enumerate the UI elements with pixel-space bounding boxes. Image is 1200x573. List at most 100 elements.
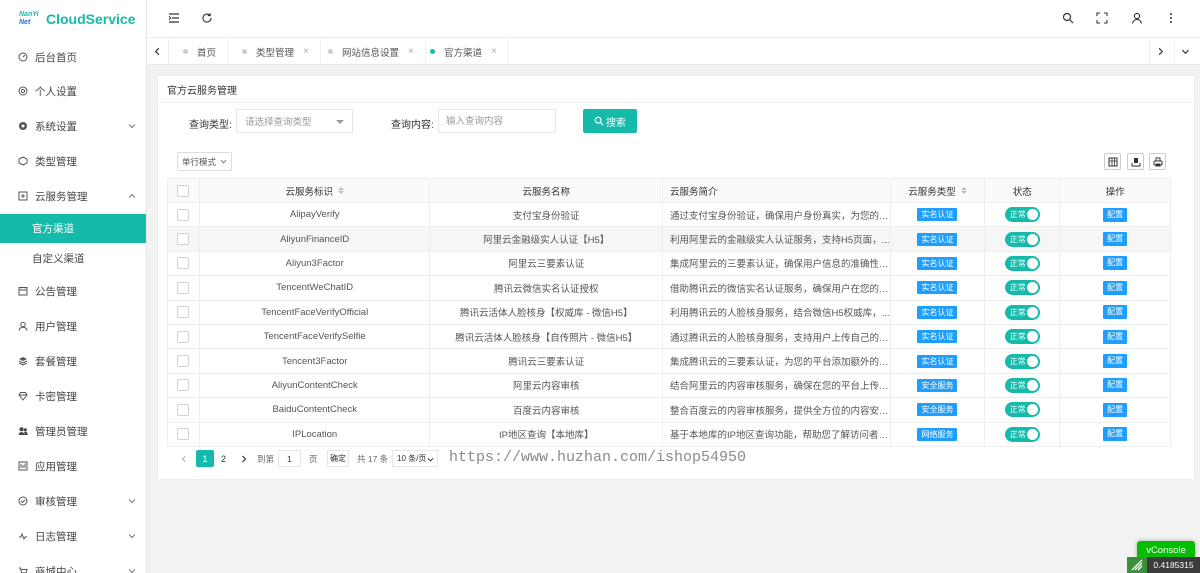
table-row[interactable]: Tencent3Factor 腾讯云三要素认证 集成腾讯云的三要素认证，为您的平台添… (168, 349, 1170, 374)
row-checkbox[interactable] (177, 403, 190, 416)
tab-scroll-left-icon[interactable] (147, 38, 169, 65)
print-icon[interactable] (1149, 153, 1166, 170)
configure-button[interactable]: 配置 (1103, 256, 1128, 271)
tab-label: 网站信息设置 (342, 47, 400, 59)
status-toggle[interactable]: 正常 (1004, 255, 1040, 271)
tab-item[interactable]: 官方渠道 × (419, 38, 509, 65)
select-all-checkbox[interactable] (177, 184, 190, 197)
table-row[interactable]: AliyunFinanceID 阿里云金融级实人认证【H5】 利用阿里云的金融级实人… (168, 227, 1170, 252)
sidebar-item-app[interactable]: 应用管理 (0, 449, 146, 483)
admin-icon (17, 426, 28, 437)
more-icon[interactable] (1164, 11, 1178, 25)
sidebar-item-admin[interactable]: 管理员管理 (0, 414, 146, 448)
jump-page-input[interactable] (278, 450, 301, 467)
configure-button[interactable]: 配置 (1103, 305, 1128, 320)
user-icon[interactable] (1130, 11, 1144, 25)
sidebar-item-audit[interactable]: 审核管理 (0, 484, 146, 518)
sort-icon[interactable] (960, 187, 967, 194)
sort-icon[interactable] (337, 187, 344, 194)
configure-button[interactable]: 配置 (1103, 378, 1128, 393)
table-row[interactable]: BaiduContentCheck 百度云内容审核 整合百度云的内容审核服务，提供全… (168, 398, 1170, 423)
configure-button[interactable]: 配置 (1103, 232, 1128, 247)
configure-button[interactable]: 配置 (1103, 354, 1128, 369)
configure-button[interactable]: 配置 (1103, 207, 1128, 222)
row-checkbox[interactable] (177, 428, 190, 441)
jump-confirm-button[interactable]: 确定 (327, 450, 349, 467)
close-icon[interactable]: × (408, 46, 414, 57)
table-row[interactable]: TencentWeChatID 腾讯云微信实名认证授权 借助腾讯云的微信实名认证服务… (168, 276, 1170, 301)
sidebar-item-shop[interactable]: 商城中心 (0, 554, 146, 573)
tab-item[interactable]: 首页 (172, 38, 229, 65)
menu-toggle-icon[interactable] (167, 11, 181, 25)
status-toggle[interactable]: 正常 (1004, 304, 1040, 320)
sidebar-item-card-key[interactable]: 卡密管理 (0, 379, 146, 413)
search-button[interactable]: 搜索 (583, 109, 637, 133)
column-header-label: 云服务名称 (522, 186, 570, 198)
sidebar-item-personal-settings[interactable]: 个人设置 (0, 74, 146, 108)
tab-item[interactable]: 网站信息设置 × (317, 38, 426, 65)
status-toggle[interactable]: 正常 (1004, 329, 1040, 345)
export-icon[interactable] (1127, 153, 1144, 170)
sidebar-item-log[interactable]: 日志管理 (0, 519, 146, 553)
row-checkbox[interactable] (177, 330, 190, 343)
close-icon[interactable]: × (303, 46, 309, 57)
status-toggle[interactable]: 正常 (1004, 207, 1040, 223)
table-row[interactable]: AlipayVerify 支付宝身份验证 通过支付宝身份验证，确保用户身份真实，为您… (168, 203, 1170, 228)
status-toggle[interactable]: 正常 (1004, 231, 1040, 247)
system-settings-icon (17, 121, 28, 132)
columns-icon[interactable] (1104, 153, 1121, 170)
status-toggle[interactable]: 正常 (1004, 402, 1040, 418)
sidebar-item-type[interactable]: 类型管理 (0, 144, 146, 178)
sidebar-subitem[interactable]: 官方渠道 (0, 213, 146, 243)
page-number[interactable]: 2 (217, 450, 230, 467)
sidebar-item-label: 公告管理 (35, 285, 77, 298)
column-header-type[interactable]: 云服务类型 (891, 179, 986, 202)
display-mode-dropdown[interactable]: 单行模式 (177, 152, 232, 171)
row-checkbox[interactable] (177, 379, 190, 392)
close-icon[interactable]: × (491, 46, 497, 57)
query-content-input[interactable] (438, 109, 556, 133)
sidebar-item-cloud-service[interactable]: 云服务管理 (0, 179, 146, 213)
sidebar-subitem[interactable]: 自定义渠道 (0, 244, 146, 273)
tab-scroll-right-icon[interactable] (1149, 38, 1171, 65)
sidebar-item-package[interactable]: 套餐管理 (0, 344, 146, 378)
query-type-select[interactable]: 请选择查询类型 (236, 109, 353, 133)
logo[interactable]: NanYi Net CloudService (0, 0, 146, 38)
dashboard-icon (17, 52, 28, 63)
status-toggle[interactable]: 正常 (1004, 377, 1040, 393)
configure-button[interactable]: 配置 (1103, 329, 1128, 344)
row-checkbox[interactable] (177, 233, 190, 246)
prev-page-icon[interactable] (177, 450, 190, 467)
status-toggle[interactable]: 正常 (1004, 280, 1040, 296)
table-row[interactable]: Aliyun3Factor 阿里云三要素认证 集成阿里云的三要素认证，确保用户信息的… (168, 251, 1170, 277)
column-header-id[interactable]: 云服务标识 (200, 179, 431, 202)
refresh-icon[interactable] (200, 11, 214, 25)
fullscreen-icon[interactable] (1095, 11, 1109, 25)
row-checkbox[interactable] (177, 281, 190, 294)
table-row[interactable]: IPLocation IP地区查询【本地库】 基于本地库的IP地区查询功能，帮助您了… (168, 422, 1170, 447)
tab-item[interactable]: 类型管理 × (231, 38, 321, 65)
table-cell: TencentFaceVerifySelfie (200, 324, 431, 349)
table-row[interactable]: TencentFaceVerifyOfficial 腾讯云活体人脸核身【权威库 -… (168, 300, 1170, 325)
row-checkbox[interactable] (177, 306, 190, 319)
sidebar-item-user[interactable]: 用户管理 (0, 309, 146, 343)
column-header-check[interactable] (168, 179, 200, 202)
row-checkbox[interactable] (177, 355, 190, 368)
sidebar-item-notice[interactable]: 公告管理 (0, 274, 146, 308)
row-checkbox[interactable] (177, 257, 190, 270)
next-page-icon[interactable] (237, 450, 250, 467)
configure-button[interactable]: 配置 (1103, 280, 1128, 295)
sidebar-item-dashboard[interactable]: 后台首页 (0, 40, 146, 74)
page-number[interactable]: 1 (196, 450, 214, 467)
status-toggle[interactable]: 正常 (1004, 426, 1040, 442)
configure-button[interactable]: 配置 (1103, 402, 1128, 417)
search-icon[interactable] (1061, 11, 1075, 25)
configure-button[interactable]: 配置 (1103, 427, 1128, 442)
sidebar-item-system-settings[interactable]: 系统设置 (0, 109, 146, 143)
tab-menu-chevron-down-icon[interactable] (1174, 38, 1196, 65)
status-toggle[interactable]: 正常 (1004, 353, 1040, 369)
per-page-select[interactable]: 10 条/页 (392, 450, 438, 467)
row-checkbox[interactable] (177, 208, 190, 221)
table-row[interactable]: AliyunContentCheck 阿里云内容审核 结合阿里云的内容审核服务，确保… (168, 373, 1170, 399)
table-row[interactable]: TencentFaceVerifySelfie 腾讯云活体人脸核身【自传照片 - … (168, 324, 1170, 350)
